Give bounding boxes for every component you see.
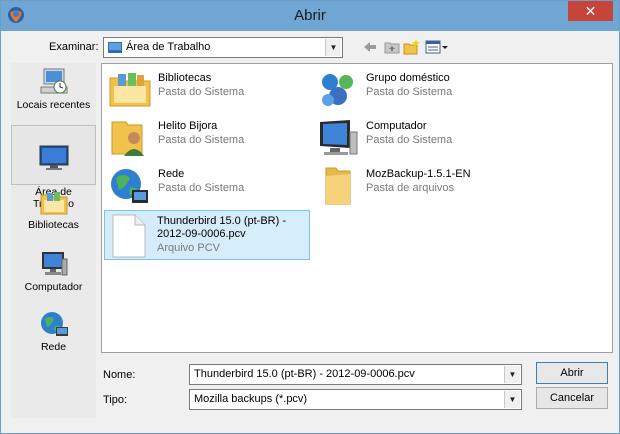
libraries-icon — [109, 73, 151, 107]
filetype-value: Mozilla backups (*.pcv) — [194, 393, 308, 405]
place-recent[interactable]: Locais recentes — [11, 67, 96, 119]
place-label: Rede — [40, 341, 67, 353]
item-type: Pasta do Sistema — [366, 134, 453, 146]
back-icon[interactable] — [361, 38, 379, 56]
list-item[interactable]: Grupo doméstico Pasta do Sistema — [314, 68, 520, 112]
user-folder-icon — [111, 121, 144, 156]
filename-input[interactable]: Thunderbird 15.0 (pt-BR) - 2012-09-0006.… — [189, 364, 522, 385]
file-icon — [112, 214, 146, 258]
list-item[interactable]: MozBackup-1.5.1-EN Pasta de arquivos — [314, 164, 520, 208]
list-item-selected[interactable]: Thunderbird 15.0 (pt-BR) - 2012-09-0006.… — [104, 210, 310, 260]
name-label: Nome: — [103, 369, 136, 381]
item-name: Bibliotecas — [158, 72, 212, 84]
computer-icon — [41, 252, 67, 276]
place-label: Locais recentes — [16, 99, 91, 111]
type-label: Tipo: — [103, 394, 128, 406]
file-list-view[interactable]: Bibliotecas Pasta do Sistema Grupo domés… — [101, 63, 613, 353]
homegroup-icon — [322, 74, 353, 106]
item-name: Thunderbird 15.0 (pt-BR) - — [157, 215, 286, 227]
window-title: Abrir — [294, 7, 326, 24]
item-name: Helito Bijora — [158, 120, 218, 132]
lookin-value: Área de Trabalho — [126, 41, 211, 53]
open-button[interactable]: Abrir — [536, 362, 608, 384]
place-computer[interactable]: Computador — [11, 249, 96, 295]
network-icon — [40, 312, 68, 336]
item-type: Pasta do Sistema — [158, 182, 245, 194]
filename-value: Thunderbird 15.0 (pt-BR) - 2012-09-0006.… — [194, 368, 415, 380]
new-folder-icon[interactable] — [403, 38, 421, 56]
cancel-button[interactable]: Cancelar — [536, 387, 608, 409]
item-name: Rede — [158, 168, 185, 180]
lookin-dropdown[interactable]: Área de Trabalho ▼ — [103, 37, 343, 58]
item-type: Arquivo PCV — [157, 242, 220, 254]
item-type: Pasta do Sistema — [158, 86, 245, 98]
item-name-line2: 2012-09-0006.pcv — [157, 228, 246, 240]
lookin-label: Examinar: — [49, 41, 99, 53]
close-button[interactable]: ✕ — [568, 1, 613, 21]
place-label: Computador — [24, 281, 83, 293]
recent-places-icon — [40, 68, 67, 94]
chevron-down-icon[interactable]: ▼ — [504, 366, 520, 383]
folder-icon — [325, 167, 351, 205]
view-menu-icon[interactable] — [425, 38, 449, 56]
title-bar[interactable]: Abrir ✕ — [1, 1, 619, 31]
places-bar: Locais recentes Área de Trabalho Bibliot… — [11, 63, 96, 418]
chevron-down-icon[interactable]: ▼ — [504, 391, 520, 408]
list-item[interactable]: Bibliotecas Pasta do Sistema — [106, 68, 312, 112]
desktop-icon — [108, 42, 122, 53]
item-name: Grupo doméstico — [366, 72, 450, 84]
place-network[interactable]: Rede — [11, 309, 96, 355]
network-icon — [111, 169, 148, 203]
place-libraries[interactable]: Bibliotecas — [11, 189, 96, 233]
up-folder-icon[interactable] — [383, 38, 401, 56]
item-name: Computador — [366, 120, 427, 132]
place-desktop[interactable]: Área de Trabalho — [11, 125, 96, 210]
desktop-place-icon — [39, 145, 68, 170]
item-type: Pasta do Sistema — [158, 134, 245, 146]
open-dialog: Abrir ✕ Examinar: Área de Trabalho ▼ Loc… — [0, 0, 620, 434]
list-item[interactable]: Rede Pasta do Sistema — [106, 164, 312, 208]
list-item[interactable]: Helito Bijora Pasta do Sistema — [106, 116, 312, 160]
chevron-down-icon[interactable]: ▼ — [325, 39, 341, 56]
libraries-icon — [40, 192, 67, 215]
place-label: Bibliotecas — [28, 219, 79, 231]
list-item[interactable]: Computador Pasta do Sistema — [314, 116, 520, 160]
item-type: Pasta de arquivos — [366, 182, 455, 194]
item-name: MozBackup-1.5.1-EN — [366, 168, 471, 180]
filetype-select[interactable]: Mozilla backups (*.pcv) ▼ — [189, 389, 522, 410]
computer-icon — [320, 120, 358, 155]
item-type: Pasta do Sistema — [366, 86, 453, 98]
